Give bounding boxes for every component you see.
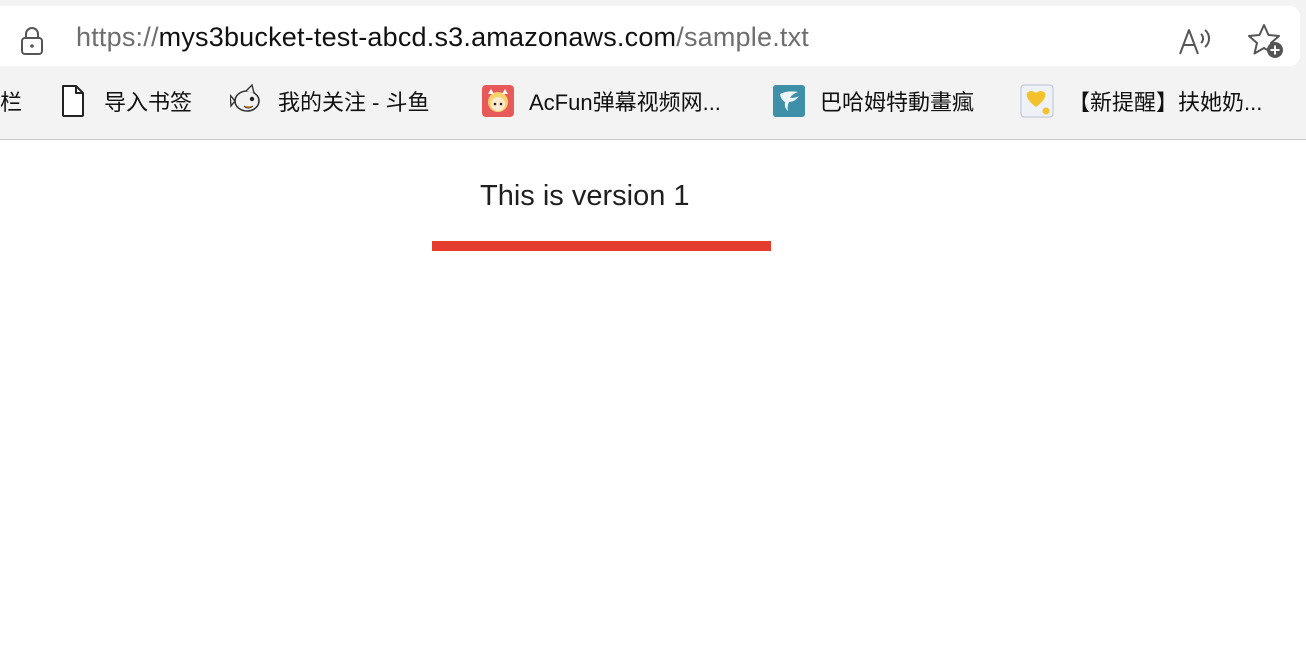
bookmark-label: 巴哈姆特動畫瘋 bbox=[820, 90, 975, 115]
url-text[interactable]: https://mys3bucket-test-abcd.s3.amazonaw… bbox=[76, 20, 809, 54]
bookmarks-bar: 栏 导入书签 我的关注 - 斗鱼 AcFun弹幕视频网... 巴哈姆特動畫瘋 【… bbox=[0, 78, 1306, 124]
bookmark-import[interactable]: 导入书签 bbox=[56, 78, 192, 124]
browser-chrome: https://mys3bucket-test-abcd.s3.amazonaw… bbox=[0, 0, 1306, 140]
bookmark-label: 栏 bbox=[0, 90, 23, 115]
accent-underline-bar bbox=[432, 241, 771, 251]
bookmark-forum[interactable]: 【新提醒】扶她奶... bbox=[1020, 78, 1262, 124]
address-bar[interactable]: https://mys3bucket-test-abcd.s3.amazonaw… bbox=[0, 6, 1300, 66]
read-aloud-icon[interactable] bbox=[1176, 24, 1216, 58]
bookmark-truncated[interactable]: 栏 bbox=[0, 78, 22, 124]
url-scheme: https:// bbox=[76, 22, 159, 52]
bookmark-acfun[interactable]: AcFun弹幕视频网... bbox=[481, 78, 721, 124]
document-text: This is version 1 bbox=[480, 180, 690, 212]
bookmark-label: 【新提醒】扶她奶... bbox=[1068, 90, 1263, 115]
lock-icon[interactable] bbox=[20, 26, 44, 56]
acfun-icon bbox=[482, 85, 514, 117]
bahamut-icon bbox=[773, 85, 805, 117]
bookmark-label: AcFun弹幕视频网... bbox=[529, 90, 721, 115]
bookmark-label: 我的关注 - 斗鱼 bbox=[278, 90, 430, 115]
bookmark-douyu[interactable]: 我的关注 - 斗鱼 bbox=[230, 78, 430, 124]
yellow-heart-site-icon bbox=[1020, 84, 1054, 118]
url-path: /sample.txt bbox=[676, 22, 809, 52]
url-host: mys3bucket-test-abcd.s3.amazonaws.com bbox=[158, 22, 677, 52]
bookmark-bahamut[interactable]: 巴哈姆特動畫瘋 bbox=[772, 78, 974, 124]
douyu-fish-icon bbox=[230, 84, 260, 112]
bookmark-label: 导入书签 bbox=[104, 90, 193, 115]
page-content: This is version 1 bbox=[0, 140, 1306, 652]
add-favorite-icon[interactable] bbox=[1246, 22, 1286, 60]
document-icon bbox=[62, 85, 84, 117]
